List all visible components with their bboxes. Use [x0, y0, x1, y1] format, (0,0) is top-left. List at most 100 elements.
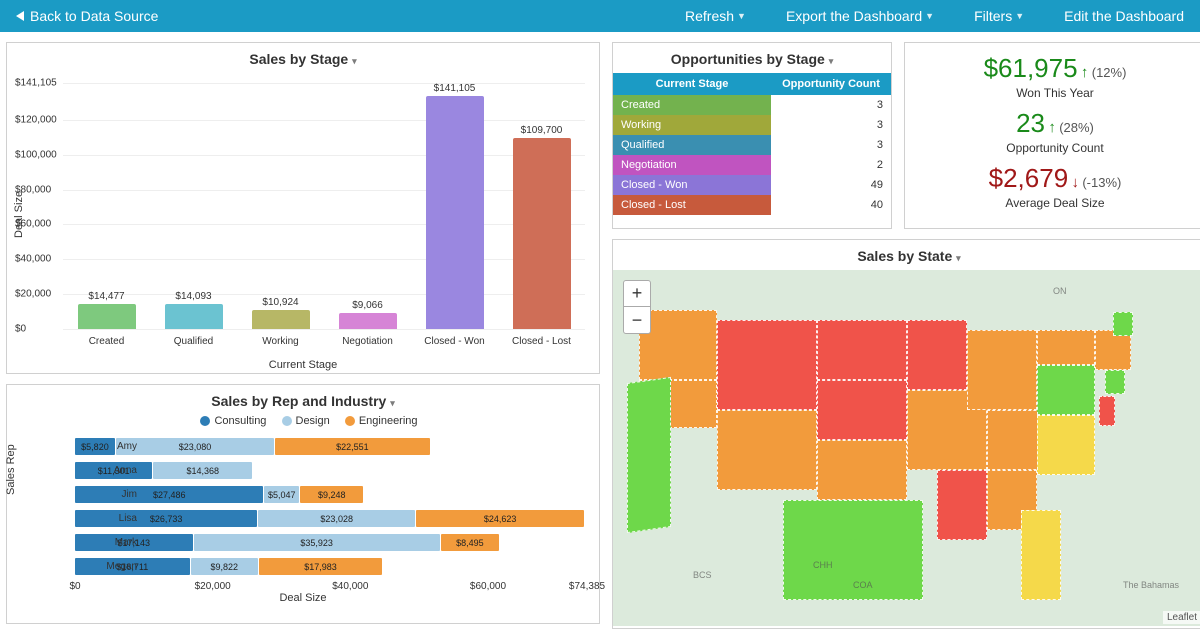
y-tick: $100,000	[15, 149, 57, 160]
panel-title[interactable]: Sales by Rep and Industry ▾	[7, 385, 599, 415]
caret-down-icon: ▼	[737, 11, 746, 21]
table-row[interactable]: Closed - Won49	[613, 175, 891, 195]
bar[interactable]	[513, 138, 571, 329]
state-nh[interactable]	[1113, 312, 1133, 336]
state-fl[interactable]	[1021, 510, 1061, 600]
table-row[interactable]: Qualified3	[613, 135, 891, 155]
state-va-nc-sc[interactable]	[1037, 415, 1095, 475]
bar-segment[interactable]: $23,028	[258, 510, 415, 527]
stage-cell: Negotiation	[613, 155, 771, 175]
th-count: Opportunity Count	[771, 73, 891, 95]
bar[interactable]	[165, 304, 223, 329]
x-tick: Closed - Lost	[498, 336, 585, 347]
state-pa[interactable]	[1037, 365, 1095, 415]
table-row[interactable]: Negotiation2	[613, 155, 891, 175]
x-tick: $60,000	[470, 581, 506, 592]
state-ct[interactable]	[1105, 370, 1125, 394]
topbar: Back to Data Source Refresh▼ Export the …	[0, 0, 1200, 32]
state-tx[interactable]	[783, 500, 923, 600]
count-cell: 3	[771, 135, 891, 155]
count-cell: 3	[771, 95, 891, 115]
x-tick: $40,000	[332, 581, 368, 592]
map-zoom-control: + −	[623, 280, 651, 334]
bar-segment[interactable]: $22,551	[275, 438, 430, 455]
y-tick: $120,000	[15, 114, 57, 125]
zoom-in-button[interactable]: +	[624, 281, 650, 307]
bar-segment[interactable]: $24,623	[416, 510, 584, 527]
y-axis-label: Sales Rep	[5, 444, 17, 495]
bar-segment[interactable]: $9,248	[300, 486, 363, 503]
bar-segment[interactable]: $35,923	[194, 534, 440, 551]
arrow-down-icon	[1072, 176, 1080, 190]
count-cell: 2	[771, 155, 891, 175]
bar-segment[interactable]: $5,047	[264, 486, 299, 503]
y-axis-label: Deal Size	[13, 191, 25, 238]
bar[interactable]	[252, 310, 310, 329]
bar[interactable]	[78, 304, 136, 329]
y-tick: Jim	[87, 489, 137, 500]
state-mn-ia[interactable]	[907, 320, 967, 390]
export-menu[interactable]: Export the Dashboard▼	[786, 8, 934, 24]
bar-segment[interactable]: $8,495	[441, 534, 499, 551]
opportunities-table: Current StageOpportunity Count Created3W…	[613, 73, 891, 215]
table-row[interactable]: Created3	[613, 95, 891, 115]
dashboard: Sales by Stage ▾ Deal Size $0$20,000$40,…	[0, 32, 1200, 639]
state-nd-sd[interactable]	[817, 320, 907, 380]
kpi-panel: $61,975 (12%) Won This Year 23 (28%) Opp…	[904, 42, 1200, 229]
filters-menu[interactable]: Filters▼	[974, 8, 1024, 24]
panel-title[interactable]: Opportunities by Stage ▾	[613, 43, 891, 73]
y-tick: $20,000	[15, 289, 51, 300]
bar-value-label: $14,093	[175, 291, 211, 302]
y-tick: $60,000	[15, 219, 51, 230]
sales-by-state-panel: Sales by State ▾ + −	[612, 239, 1200, 629]
bar-segment[interactable]: $23,080	[116, 438, 274, 455]
y-tick: $80,000	[15, 184, 51, 195]
x-tick: $74,385	[569, 581, 605, 592]
refresh-menu[interactable]: Refresh▼	[685, 8, 746, 24]
stage-cell: Closed - Lost	[613, 195, 771, 215]
bar-segment[interactable]: $14,368	[153, 462, 252, 479]
bar-segment[interactable]: $17,983	[259, 558, 382, 575]
bar[interactable]	[426, 96, 484, 329]
state-co-nm-ok[interactable]	[817, 440, 907, 500]
th-stage: Current Stage	[613, 73, 771, 95]
table-row[interactable]: Working3	[613, 115, 891, 135]
state-nj[interactable]	[1099, 396, 1115, 426]
choropleth-map[interactable]: + −	[613, 270, 1200, 626]
kpi-avg-value: $2,679	[989, 163, 1069, 193]
state-ne-states[interactable]	[1095, 330, 1131, 370]
stage-cell: Created	[613, 95, 771, 115]
state-ny[interactable]	[1037, 330, 1095, 365]
table-row[interactable]: Closed - Lost40	[613, 195, 891, 215]
state-mt-id[interactable]	[717, 320, 817, 410]
x-axis-label: Deal Size	[7, 592, 599, 604]
kpi-won-value: $61,975	[984, 53, 1078, 83]
stage-cell: Qualified	[613, 135, 771, 155]
leaflet-attribution[interactable]: Leaflet	[1163, 611, 1200, 624]
panel-title[interactable]: Sales by State ▾	[613, 240, 1200, 270]
state-ms-al[interactable]	[937, 470, 987, 540]
x-tick: $20,000	[195, 581, 231, 592]
state-ca[interactable]	[627, 377, 671, 533]
count-cell: 40	[771, 195, 891, 215]
y-tick: $141,105	[15, 78, 57, 89]
panel-title[interactable]: Sales by Stage ▾	[7, 43, 599, 73]
sales-by-stage-chart: Deal Size $0$20,000$40,000$60,000$80,000…	[7, 73, 599, 373]
zoom-out-button[interactable]: −	[624, 307, 650, 333]
kpi-avg-label: Average Deal Size	[911, 196, 1199, 210]
state-wi-mi-il[interactable]	[967, 330, 1037, 410]
chart-legend: Consulting Design Engineering	[7, 415, 599, 431]
kpi-opp-label: Opportunity Count	[911, 141, 1199, 155]
caret-down-icon: ▾	[390, 398, 395, 408]
edit-dashboard[interactable]: Edit the Dashboard	[1064, 8, 1184, 24]
kpi-avg-pct: (-13%)	[1082, 175, 1121, 190]
state-ne-ks[interactable]	[817, 380, 907, 440]
state-ut-az[interactable]	[717, 410, 817, 490]
bar-segment[interactable]: $9,822	[191, 558, 258, 575]
y-tick: Lisa	[87, 513, 137, 524]
back-link[interactable]: Back to Data Source	[16, 8, 158, 24]
y-tick: Mark	[87, 537, 137, 548]
bar[interactable]	[339, 313, 397, 329]
arrow-up-icon	[1081, 66, 1089, 80]
caret-down-icon: ▾	[956, 253, 961, 263]
